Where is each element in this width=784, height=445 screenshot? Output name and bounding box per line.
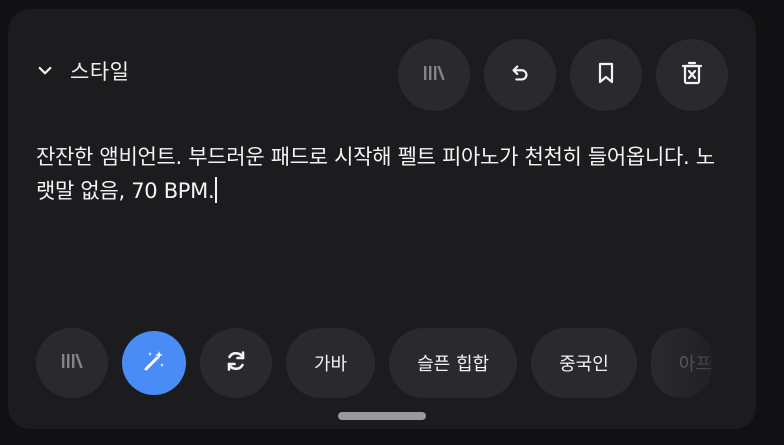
style-chip[interactable]: 중국인 [531, 328, 637, 398]
preset-chip-row[interactable]: 가바 슬픈 힙합 중국인 아프 [36, 328, 729, 398]
magic-wand-icon [141, 348, 167, 378]
bookmark-button[interactable] [570, 39, 642, 111]
text-cursor [215, 177, 218, 203]
undo-button[interactable] [484, 39, 556, 111]
undo-icon [509, 62, 531, 88]
preset-library-button[interactable] [36, 328, 108, 398]
library-icon [60, 351, 84, 375]
style-chip[interactable]: 슬픈 힙합 [389, 328, 518, 398]
style-chip[interactable]: 가바 [286, 328, 376, 398]
library-icon [422, 63, 446, 87]
prompt-text: 잔잔한 앰비언트. 부드러운 패드로 시작해 펠트 피아노가 천천히 들어옵니다… [36, 145, 715, 203]
magic-generate-button[interactable] [122, 331, 186, 395]
delete-button[interactable] [656, 39, 728, 111]
delete-icon [681, 61, 703, 89]
chevron-down-icon[interactable] [34, 60, 56, 82]
bookmark-icon [596, 62, 616, 88]
drag-handle[interactable] [338, 412, 426, 420]
shuffle-refresh-button[interactable] [200, 328, 272, 398]
panel-title: 스타일 [70, 60, 130, 84]
refresh-icon [224, 349, 248, 377]
style-chip[interactable]: 아프 [650, 328, 712, 398]
style-header[interactable]: 스타일 [34, 56, 129, 86]
prompt-textarea[interactable]: 잔잔한 앰비언트. 부드러운 패드로 시작해 펠트 피아노가 천천히 들어옵니다… [36, 140, 726, 208]
top-action-bar [398, 39, 728, 111]
library-button[interactable] [398, 39, 470, 111]
